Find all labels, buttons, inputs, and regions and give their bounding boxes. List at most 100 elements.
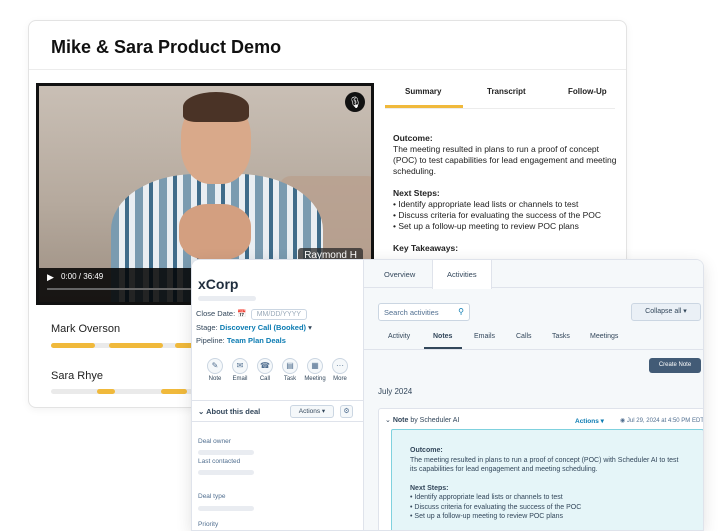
- next-steps-list: Identify appropriate lead lists or chann…: [393, 199, 623, 232]
- close-date-row: Close Date: 📅 MM/DD/YYYY: [196, 309, 308, 320]
- list-item: Identify appropriate lead lists or chann…: [393, 199, 623, 210]
- note-header[interactable]: ⌄ Note by Scheduler AI: [385, 416, 459, 424]
- about-title-text: About this deal: [206, 407, 261, 416]
- collapse-all-label: Collapse all: [645, 308, 682, 315]
- chevron-down-icon[interactable]: ▾: [308, 323, 312, 332]
- tab-transcript[interactable]: Transcript: [487, 87, 526, 96]
- list-item: Identify appropriate lead lists or chann…: [410, 493, 687, 503]
- tab-summary[interactable]: Summary: [405, 87, 441, 96]
- search-icon[interactable]: ⚲: [458, 307, 464, 316]
- email-action-button[interactable]: ✉ Email: [229, 358, 251, 382]
- about-title: ⌄ About this deal: [198, 407, 260, 416]
- tab-activities[interactable]: Activities: [432, 260, 492, 289]
- subtabs-divider: [364, 349, 703, 350]
- more-icon: ···: [332, 358, 348, 374]
- priority-label: Priority: [198, 521, 219, 528]
- note-timestamp-text: Jul 29, 2024 at 4:50 PM EDT: [626, 418, 704, 424]
- company-name: xCorp: [198, 276, 239, 292]
- action-label: Note: [208, 376, 222, 382]
- gear-icon[interactable]: ⚙: [340, 405, 353, 418]
- email-icon: ✉: [232, 358, 248, 374]
- note-type: Note: [392, 417, 409, 424]
- note-actions-button[interactable]: Actions ▾: [575, 417, 604, 425]
- note-timestamp: ◉ Jul 29, 2024 at 4:50 PM EDT: [620, 417, 704, 424]
- outcome-heading: Outcome:: [393, 133, 433, 143]
- action-label: More: [333, 376, 347, 382]
- tab-meetings[interactable]: Meetings: [590, 333, 618, 340]
- chevron-down-icon[interactable]: ⌄: [385, 417, 391, 424]
- tab-emails[interactable]: Emails: [474, 333, 495, 340]
- action-label: Meeting: [304, 376, 326, 382]
- play-icon[interactable]: ▶: [47, 272, 54, 283]
- placeholder-line: [198, 506, 254, 511]
- about-actions-label: Actions: [298, 408, 321, 415]
- record-tabs: Overview Activities: [364, 260, 703, 289]
- speech-segment: [161, 389, 187, 394]
- month-heading: July 2024: [378, 387, 413, 396]
- deal-owner-label: Deal owner: [198, 438, 231, 445]
- pipeline-row: Pipeline: Team Plan Deals: [196, 336, 286, 345]
- search-placeholder: Search activities: [384, 308, 439, 317]
- summary-tabs: Summary Transcript Follow-Up: [385, 83, 615, 108]
- deal-sidebar: xCorp Close Date: 📅 MM/DD/YYYY Stage: Di…: [192, 260, 364, 530]
- action-label: Email: [232, 376, 248, 382]
- about-section-header[interactable]: ⌄ About this deal Actions ▾ ⚙: [192, 400, 364, 422]
- list-item: Discuss criteria for evaluating the succ…: [393, 210, 623, 221]
- close-date-label: Close Date:: [196, 309, 236, 318]
- deal-type-label: Deal type: [198, 493, 226, 500]
- note-action-button[interactable]: ✎ Note: [204, 358, 226, 382]
- task-action-button[interactable]: ▤ Task: [279, 358, 301, 382]
- note-icon: ✎: [207, 358, 223, 374]
- close-date-input[interactable]: MM/DD/YYYY: [250, 309, 308, 320]
- note-body: Outcome: The meeting resulted in plans t…: [391, 429, 703, 530]
- placeholder-line: [198, 470, 254, 475]
- microphone-icon[interactable]: 🎙: [345, 92, 365, 112]
- action-label: Task: [283, 376, 297, 382]
- tab-overview[interactable]: Overview: [370, 260, 429, 288]
- pipeline-value[interactable]: Team Plan Deals: [227, 336, 286, 345]
- next-steps-list: Identify appropriate lead lists or chann…: [410, 493, 687, 522]
- tab-follow-up[interactable]: Follow-Up: [568, 87, 607, 96]
- tab-tasks[interactable]: Tasks: [552, 333, 570, 340]
- collapse-all-button[interactable]: Collapse all ▾: [631, 303, 701, 321]
- speech-segment: [109, 343, 163, 348]
- more-action-button[interactable]: ··· More: [329, 358, 351, 382]
- task-icon: ▤: [282, 358, 298, 374]
- speaker-name: Sara Rhye: [51, 370, 103, 382]
- outcome-text: The meeting resulted in plans to run a p…: [410, 456, 679, 474]
- call-action-button[interactable]: ☎ Call: [254, 358, 276, 382]
- search-activities-input[interactable]: Search activities ⚲: [378, 303, 470, 321]
- outcome-text: The meeting resulted in plans to run a p…: [393, 144, 617, 176]
- stage-dropdown[interactable]: Discovery Call (Booked): [220, 323, 306, 332]
- calendar-icon: ▦: [307, 358, 323, 374]
- action-label: Call: [259, 376, 271, 382]
- person-hair: [183, 92, 249, 122]
- next-steps-heading: Next Steps:: [393, 188, 440, 198]
- quick-actions: ✎ Note ✉ Email ☎ Call ▤ Task ▦ Meeting ·…: [200, 358, 360, 388]
- meeting-title: Mike & Sara Product Demo: [51, 37, 282, 57]
- phone-icon: ☎: [257, 358, 273, 374]
- pipeline-label: Pipeline:: [196, 336, 225, 345]
- person-hands: [179, 204, 251, 260]
- tab-notes[interactable]: Notes: [433, 333, 452, 340]
- create-note-button[interactable]: Create Note: [649, 358, 701, 373]
- meeting-action-button[interactable]: ▦ Meeting: [304, 358, 326, 382]
- stage-label: Stage:: [196, 323, 218, 332]
- note-card[interactable]: ⌄ Note by Scheduler AI Actions ▾ ◉ Jul 2…: [378, 408, 704, 530]
- outcome-heading: Outcome:: [410, 447, 443, 454]
- last-contacted-label: Last contacted: [198, 458, 241, 465]
- list-item: Set up a follow-up meeting to review POC…: [410, 512, 687, 522]
- note-author: by Scheduler AI: [410, 417, 460, 424]
- speaker-name: Mark Overson: [51, 323, 121, 335]
- list-item: Set up a follow-up meeting to review POC…: [393, 221, 623, 232]
- video-time: 0:00 / 36:49: [61, 272, 104, 281]
- tab-activity[interactable]: Activity: [388, 333, 410, 340]
- placeholder-line: [198, 296, 256, 301]
- placeholder-line: [198, 450, 254, 455]
- speech-segment: [51, 343, 95, 348]
- tab-calls[interactable]: Calls: [516, 333, 532, 340]
- summary-panel: Outcome: The meeting resulted in plans t…: [393, 133, 623, 254]
- activities-pane: Overview Activities Search activities ⚲ …: [364, 260, 704, 530]
- calendar-icon: 📅: [237, 309, 247, 318]
- about-actions-button[interactable]: Actions ▾: [290, 405, 334, 418]
